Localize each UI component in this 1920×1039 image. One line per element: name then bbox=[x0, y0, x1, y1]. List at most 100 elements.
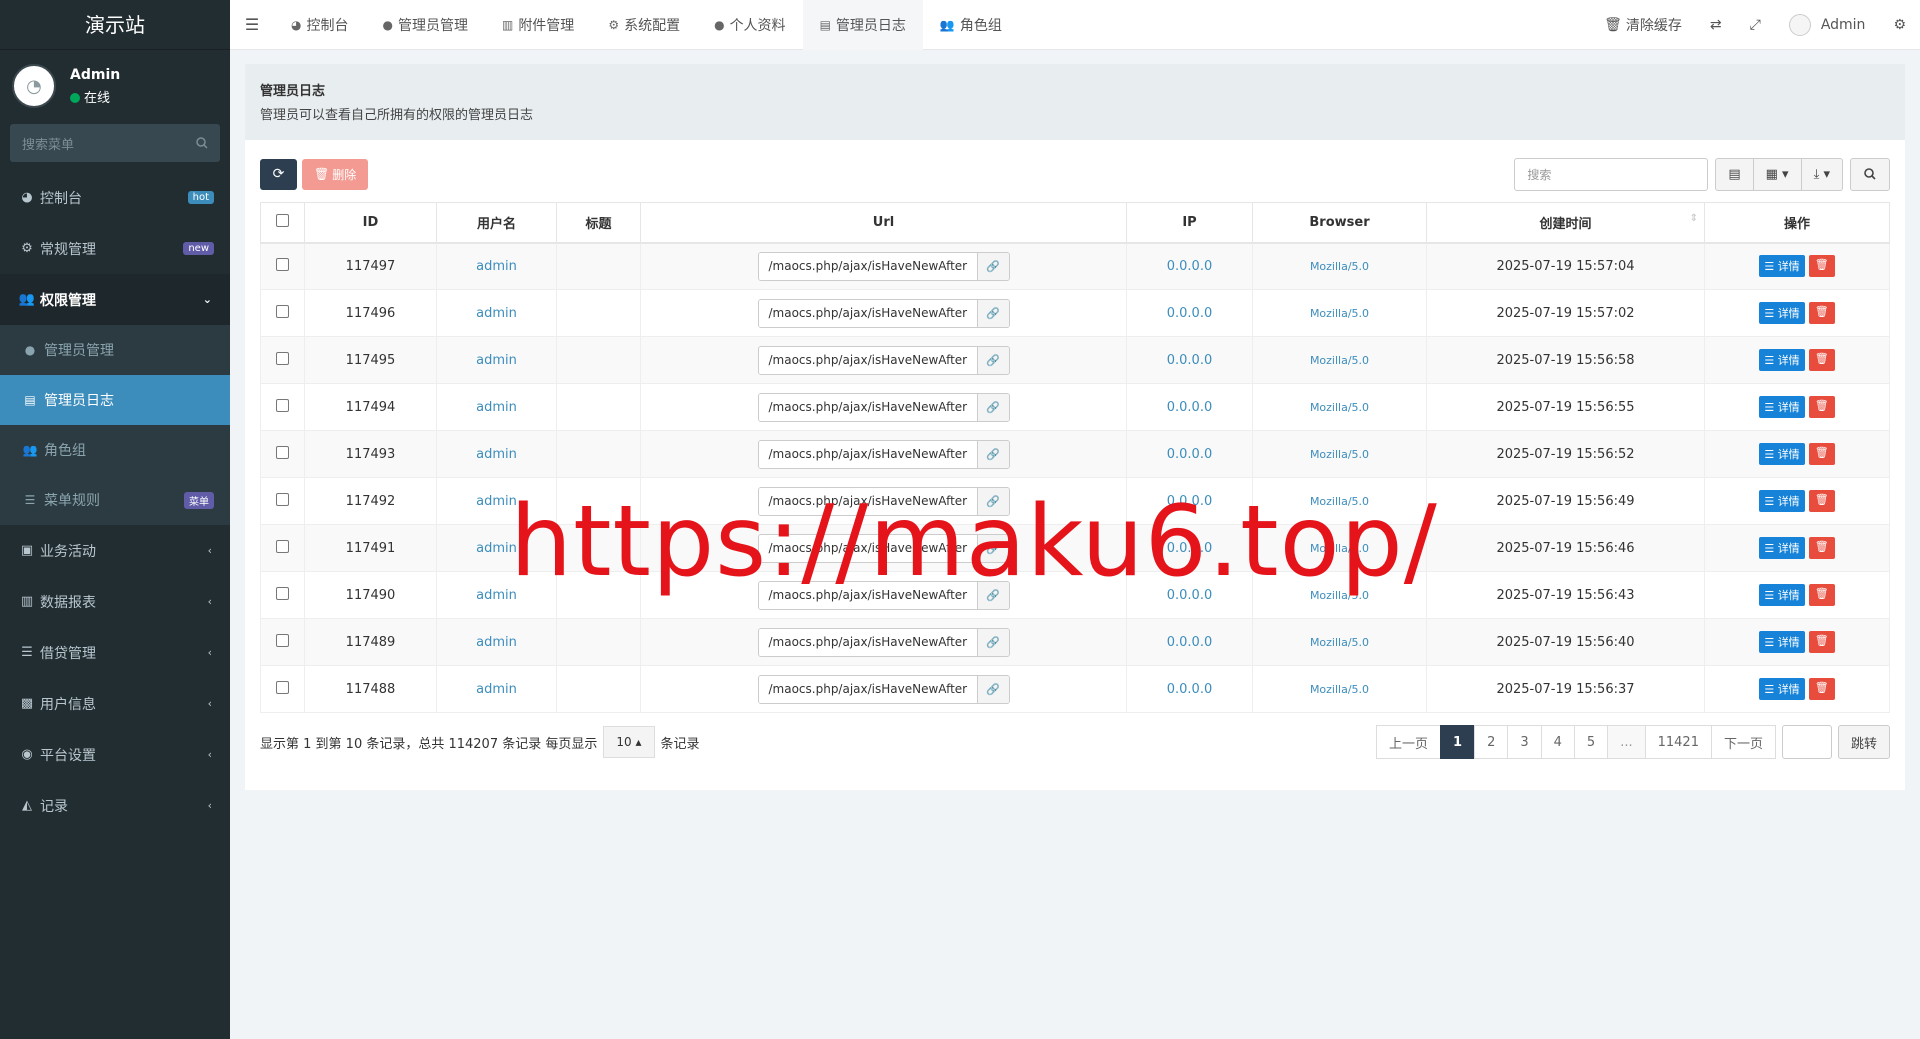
cell-browser[interactable]: Mozilla/5.0 bbox=[1252, 336, 1427, 384]
sidebar-item-loan[interactable]: ☰ 借贷管理 ‹ bbox=[0, 627, 230, 678]
cell-ip[interactable]: 0.0.0.0 bbox=[1126, 665, 1253, 713]
sidebar-item-dashboard[interactable]: ◕ 控制台 hot bbox=[0, 172, 230, 223]
col-createtime[interactable]: 创建时间 ⇕ bbox=[1426, 202, 1705, 244]
tab-profile[interactable]: ● 个人资料 bbox=[697, 0, 802, 50]
jump-page-input[interactable] bbox=[1781, 725, 1832, 759]
tab-group[interactable]: 👥 角色组 bbox=[923, 0, 1019, 50]
row-checkbox[interactable] bbox=[260, 383, 305, 431]
sidebar-item-rule[interactable]: ☰ 菜单规则 菜单 bbox=[0, 475, 230, 525]
detail-button[interactable]: ☰ 详情 bbox=[1759, 396, 1805, 418]
clear-cache-button[interactable]: 🗑 清除缓存 bbox=[1590, 15, 1696, 35]
page-4[interactable]: 4 bbox=[1540, 725, 1575, 759]
cell-ip[interactable]: 0.0.0.0 bbox=[1126, 242, 1253, 290]
detail-button[interactable]: ☰ 详情 bbox=[1759, 302, 1805, 324]
delete-row-button[interactable]: 🗑 bbox=[1808, 443, 1835, 465]
col-title[interactable]: 标题 bbox=[556, 202, 641, 244]
cell-username[interactable]: admin bbox=[436, 665, 557, 713]
url-field[interactable]: /maocs.php/ajax/isHaveNewAfter bbox=[758, 440, 977, 468]
row-checkbox[interactable] bbox=[260, 242, 305, 290]
jump-button[interactable]: 跳转 bbox=[1837, 725, 1890, 759]
sidebar-item-report[interactable]: ▥ 数据报表 ‹ bbox=[0, 576, 230, 627]
sort-icon[interactable]: ⇕ bbox=[1690, 213, 1698, 224]
row-checkbox[interactable] bbox=[260, 336, 305, 384]
col-ip[interactable]: IP bbox=[1126, 202, 1253, 244]
next-page-button[interactable]: 下一页 bbox=[1710, 725, 1776, 759]
sidebar-toggle-icon[interactable]: ☰ bbox=[230, 15, 274, 34]
link-icon[interactable]: 🔗 bbox=[976, 675, 1009, 703]
detail-button[interactable]: ☰ 详情 bbox=[1759, 443, 1805, 465]
row-checkbox[interactable] bbox=[260, 665, 305, 713]
sidebar-item-records[interactable]: ◭ 记录 ‹ bbox=[0, 780, 230, 831]
cell-browser[interactable]: Mozilla/5.0 bbox=[1252, 242, 1427, 290]
cell-browser[interactable]: Mozilla/5.0 bbox=[1252, 383, 1427, 431]
cell-ip[interactable]: 0.0.0.0 bbox=[1126, 336, 1253, 384]
sidebar-item-auth[interactable]: 👥 权限管理 ⌄ bbox=[0, 274, 230, 325]
delete-row-button[interactable]: 🗑 bbox=[1808, 396, 1835, 418]
col-username[interactable]: 用户名 bbox=[436, 202, 557, 244]
detail-button[interactable]: ☰ 详情 bbox=[1759, 678, 1805, 700]
sidebar-item-userinfo[interactable]: ▩ 用户信息 ‹ bbox=[0, 678, 230, 729]
cell-browser[interactable]: Mozilla/5.0 bbox=[1252, 618, 1427, 666]
language-icon[interactable]: ⇄ bbox=[1696, 17, 1736, 33]
delete-row-button[interactable]: 🗑 bbox=[1808, 584, 1835, 606]
link-icon[interactable]: 🔗 bbox=[976, 440, 1009, 468]
col-id[interactable]: ID bbox=[304, 202, 437, 244]
export-button[interactable]: ⤓ ▾ bbox=[1801, 157, 1843, 191]
fullscreen-icon[interactable]: ⤢ bbox=[1736, 17, 1775, 33]
detail-button[interactable]: ☰ 详情 bbox=[1759, 584, 1805, 606]
tab-attachment[interactable]: ▥ 附件管理 bbox=[485, 0, 591, 50]
cell-ip[interactable]: 0.0.0.0 bbox=[1126, 289, 1253, 337]
page-size-select[interactable]: 10 ▴ bbox=[603, 726, 655, 758]
page-1[interactable]: 1 bbox=[1440, 725, 1476, 759]
url-field[interactable]: /maocs.php/ajax/isHaveNewAfter bbox=[758, 393, 977, 421]
table-search-input[interactable]: 搜索 bbox=[1514, 157, 1709, 191]
cell-ip[interactable]: 0.0.0.0 bbox=[1126, 383, 1253, 431]
row-checkbox[interactable] bbox=[260, 289, 305, 337]
sidebar-item-admin[interactable]: ● 管理员管理 bbox=[0, 325, 230, 375]
toggle-view-button[interactable]: ▤ bbox=[1715, 157, 1754, 191]
delete-row-button[interactable]: 🗑 bbox=[1808, 631, 1835, 653]
delete-row-button[interactable]: 🗑 bbox=[1808, 302, 1835, 324]
cell-username[interactable]: admin bbox=[436, 289, 557, 337]
url-field[interactable]: /maocs.php/ajax/isHaveNewAfter bbox=[758, 252, 977, 280]
url-field[interactable]: /maocs.php/ajax/isHaveNewAfter bbox=[758, 299, 977, 327]
cell-ip[interactable]: 0.0.0.0 bbox=[1126, 618, 1253, 666]
url-field[interactable]: /maocs.php/ajax/isHaveNewAfter bbox=[758, 675, 977, 703]
sidebar-item-group[interactable]: 👥 角色组 bbox=[0, 425, 230, 475]
columns-button[interactable]: ▦ ▾ bbox=[1753, 157, 1802, 191]
col-url[interactable]: Url bbox=[640, 202, 1127, 244]
delete-row-button[interactable]: 🗑 bbox=[1808, 537, 1835, 559]
user-menu[interactable]: Admin bbox=[1775, 13, 1880, 36]
detail-button[interactable]: ☰ 详情 bbox=[1759, 631, 1805, 653]
delete-row-button[interactable]: 🗑 bbox=[1808, 349, 1835, 371]
tab-adminlog[interactable]: ▤ 管理员日志 bbox=[802, 0, 923, 50]
advanced-search-button[interactable] bbox=[1850, 157, 1890, 191]
page-3[interactable]: 3 bbox=[1507, 725, 1542, 759]
detail-button[interactable]: ☰ 详情 bbox=[1759, 349, 1805, 371]
tab-config[interactable]: ⚙ 系统配置 bbox=[591, 0, 697, 50]
url-field[interactable]: /maocs.php/ajax/isHaveNewAfter bbox=[758, 628, 977, 656]
detail-button[interactable]: ☰ 详情 bbox=[1759, 537, 1805, 559]
cell-username[interactable]: admin bbox=[436, 242, 557, 290]
refresh-button[interactable]: ⟳ bbox=[260, 158, 297, 190]
link-icon[interactable]: 🔗 bbox=[976, 628, 1009, 656]
detail-button[interactable]: ☰ 详情 bbox=[1759, 255, 1805, 278]
detail-button[interactable]: ☰ 详情 bbox=[1759, 490, 1805, 512]
cell-username[interactable]: admin bbox=[436, 430, 557, 478]
cell-username[interactable]: admin bbox=[436, 618, 557, 666]
url-field[interactable]: /maocs.php/ajax/isHaveNewAfter bbox=[758, 346, 977, 374]
page-2[interactable]: 2 bbox=[1474, 725, 1509, 759]
cell-ip[interactable]: 0.0.0.0 bbox=[1126, 430, 1253, 478]
col-browser[interactable]: Browser bbox=[1252, 202, 1427, 244]
delete-row-button[interactable]: 🗑 bbox=[1808, 490, 1835, 512]
link-icon[interactable]: 🔗 bbox=[976, 346, 1009, 374]
link-icon[interactable]: 🔗 bbox=[976, 299, 1009, 327]
page-5[interactable]: 5 bbox=[1573, 725, 1609, 759]
search-icon[interactable] bbox=[196, 137, 208, 149]
tab-admin[interactable]: ● 管理员管理 bbox=[365, 0, 484, 50]
row-checkbox[interactable] bbox=[260, 477, 305, 525]
delete-button[interactable]: 🗑 删除 bbox=[302, 158, 369, 190]
cell-browser[interactable]: Mozilla/5.0 bbox=[1252, 430, 1427, 478]
sidebar-item-adminlog[interactable]: ▤ 管理员日志 bbox=[0, 375, 230, 425]
sidebar-item-platform[interactable]: ◉ 平台设置 ‹ bbox=[0, 729, 230, 780]
